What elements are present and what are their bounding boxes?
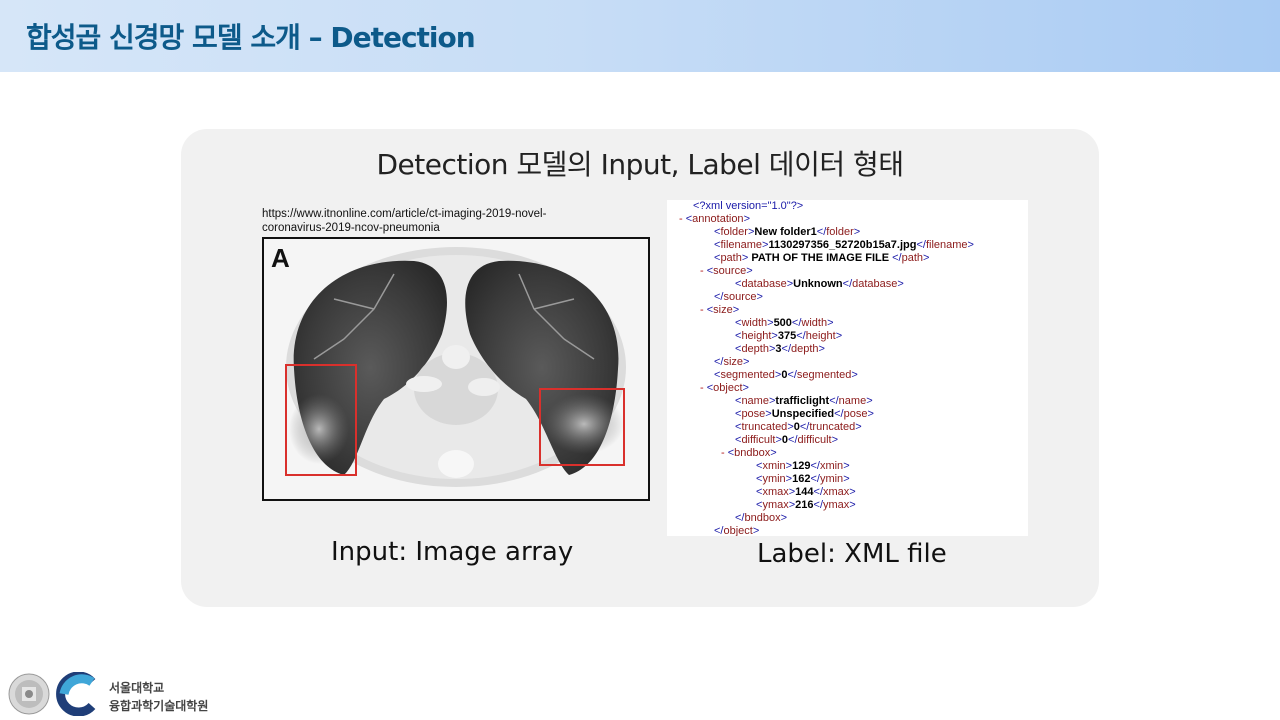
xml-declaration: <?xml version="1.0"?> — [693, 200, 804, 212]
slide-title: 합성곱 신경망 모델 소개 – Detection — [26, 21, 476, 54]
xml-line-xmin: <xmin>129</xmin> — [756, 460, 850, 472]
content-panel: Detection 모델의 Input, Label 데이터 형태 https:… — [181, 129, 1099, 607]
footer-university-name: 서울대학교 — [109, 681, 165, 695]
xml-collapse-toggle: - — [700, 265, 707, 277]
panel-title: Detection 모델의 Input, Label 데이터 형태 — [376, 148, 904, 181]
university-seal-logo — [8, 673, 50, 719]
footer-graduate-school-name: 융합과학기술대학원 — [109, 699, 209, 713]
xml-value-xmax: 144 — [795, 486, 814, 498]
xml-line-annotation[interactable]: - <annotation> — [679, 213, 750, 226]
ct-image: A — [262, 237, 650, 501]
xml-line-filename: <filename>1130297356_52720b15a7.jpg</fil… — [714, 239, 974, 251]
ct-scan-graphic — [264, 239, 648, 499]
xml-value-pose: Unspecified — [771, 408, 835, 420]
xml-value-ymax: 216 — [795, 499, 814, 511]
xml-value-database: Unknown — [793, 278, 843, 290]
ct-panel-label: A — [271, 243, 290, 273]
xml-value-height: 375 — [777, 330, 797, 342]
slide-header: 합성곱 신경망 모델 소개 – Detection — [0, 0, 1280, 72]
xml-line-size: </size> — [714, 356, 750, 368]
xml-line-bndbox[interactable]: - <bndbox> — [721, 447, 777, 460]
xml-line-folder: <folder>New folder1</folder> — [714, 226, 861, 238]
xml-line-ymax: <ymax>216</ymax> — [756, 499, 856, 511]
xml-value-path: PATH OF THE IMAGE FILE — [748, 252, 893, 264]
xml-line-width: <width>500</width> — [735, 317, 834, 329]
xml-line-object: </object> — [714, 525, 760, 536]
xml-label-file: <?xml version="1.0"?> - <annotation> <fold… — [667, 200, 1028, 536]
xml-line-source: </source> — [714, 291, 763, 303]
xml-line-database: <database>Unknown</database> — [735, 278, 904, 290]
xml-line-path: <path> PATH OF THE IMAGE FILE </path> — [714, 252, 930, 264]
xml-value-width: 500 — [773, 317, 792, 329]
input-caption: Input: Image array — [331, 537, 574, 567]
xml-value-xmin: 129 — [792, 460, 811, 472]
xml-line-bndbox: </bndbox> — [735, 512, 788, 524]
xml-collapse-toggle: - — [721, 447, 728, 459]
xml-collapse-toggle: - — [700, 304, 707, 316]
xml-line-name: <name>trafficlight</name> — [735, 395, 873, 407]
xml-value-folder: New folder1 — [754, 226, 817, 238]
xml-line-depth: <depth>3</depth> — [735, 343, 825, 355]
xml-line-segmented: <segmented>0</segmented> — [714, 369, 858, 381]
xml-line-height: <height>375</height> — [735, 330, 843, 342]
xml-line-pose: <pose>Unspecified</pose> — [735, 408, 874, 420]
xml-value-name: trafficlight — [775, 395, 830, 407]
xml-line-truncated: <truncated>0</truncated> — [735, 421, 862, 433]
xml-line-ymin: <ymin>162</ymin> — [756, 473, 850, 485]
source-url: https://www.itnonline.com/article/ct-ima… — [262, 208, 547, 234]
xml-line-xmax: <xmax>144</xmax> — [756, 486, 856, 498]
xml-collapse-toggle: - — [700, 382, 707, 394]
xml-value-filename: 1130297356_52720b15a7.jpg — [768, 239, 917, 251]
xml-collapse-toggle: - — [679, 213, 686, 225]
xml-line-object[interactable]: - <object> — [700, 382, 749, 395]
label-caption: Label: XML file — [757, 539, 947, 569]
xml-line-source[interactable]: - <source> — [700, 265, 753, 278]
graduate-school-c-logo — [56, 671, 100, 720]
xml-line-difficult: <difficult>0</difficult> — [735, 434, 839, 446]
xml-value-ymin: 162 — [792, 473, 811, 485]
xml-line-size[interactable]: - <size> — [700, 304, 739, 317]
